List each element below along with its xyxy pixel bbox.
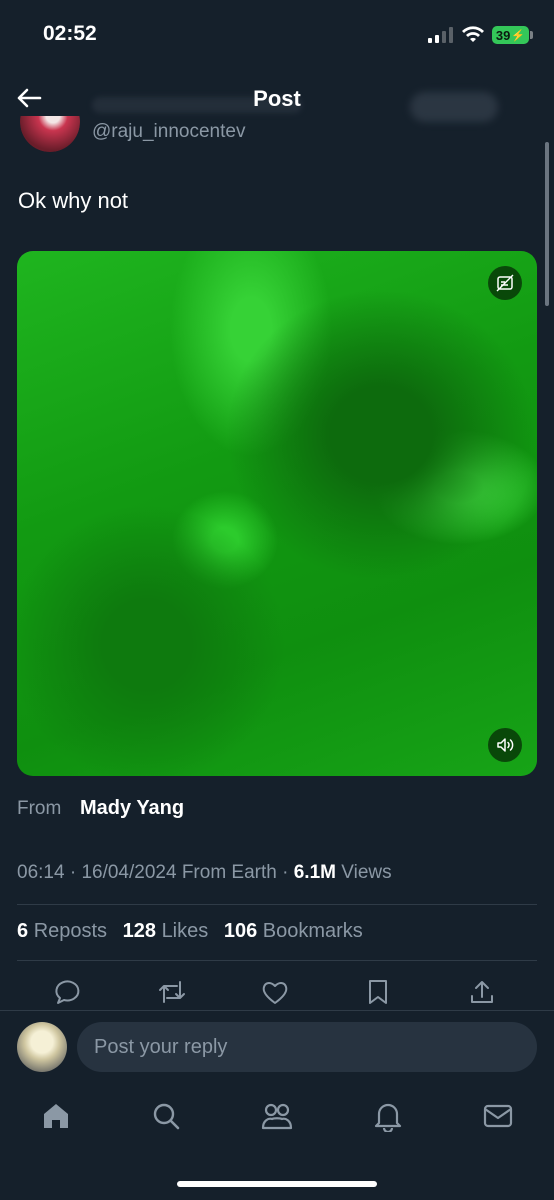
likes-stat[interactable]: 128 Likes: [123, 920, 209, 942]
alt-caption-button[interactable]: [488, 266, 522, 300]
share-button[interactable]: [466, 976, 498, 1008]
alt-caption-icon: [496, 274, 514, 292]
battery-level: 39: [495, 27, 511, 43]
like-button[interactable]: [259, 976, 291, 1008]
source-author-name[interactable]: Mady Yang: [80, 797, 184, 820]
communities-icon: [261, 1103, 293, 1130]
post-video[interactable]: [17, 251, 537, 776]
reply-icon: [55, 980, 80, 1004]
reposts-count: 6: [17, 920, 29, 942]
author-handle[interactable]: @raju_innocentev: [92, 121, 245, 143]
status-time: 02:52: [43, 22, 97, 45]
search-icon: [153, 1103, 180, 1130]
sound-icon: [497, 738, 514, 752]
tab-search[interactable]: [148, 1098, 184, 1134]
author-avatar[interactable]: [20, 116, 80, 152]
divider: [17, 904, 537, 905]
page-title: Post: [253, 86, 301, 111]
notifications-icon: [374, 1103, 402, 1132]
user-avatar[interactable]: [17, 1022, 67, 1072]
divider: [17, 960, 537, 961]
reposts-label: Reposts: [33, 920, 108, 942]
reply-input[interactable]: [77, 1022, 537, 1072]
sound-toggle[interactable]: [488, 728, 522, 762]
battery-tip: [530, 31, 533, 39]
wifi-icon: [462, 26, 484, 42]
tab-communities[interactable]: [259, 1098, 295, 1134]
home-icon: [44, 1104, 68, 1128]
post-text: Ok why not: [18, 188, 129, 213]
post-date: 16/04/2024: [81, 862, 177, 883]
back-arrow-icon[interactable]: [14, 83, 44, 113]
from-label: From: [17, 798, 62, 819]
tab-messages[interactable]: [480, 1098, 516, 1134]
views-count: 6.1M: [293, 862, 336, 883]
engagement-stats: 6 Reposts 128 Likes 106 Bookmarks: [17, 920, 373, 943]
views-label: Views: [341, 862, 392, 883]
bookmarks-count: 106: [223, 920, 258, 942]
likes-label: Likes: [161, 920, 209, 942]
tab-home[interactable]: [38, 1098, 74, 1134]
repost-icon: [159, 981, 185, 1003]
charging-bolt-icon: ⚡: [511, 29, 526, 42]
bookmark-button[interactable]: [362, 976, 394, 1008]
like-icon: [262, 982, 288, 1004]
messages-icon: [483, 1104, 513, 1128]
bookmarks-stat[interactable]: 106 Bookmarks: [224, 920, 363, 942]
likes-count: 128: [122, 920, 156, 942]
home-indicator[interactable]: [177, 1181, 377, 1187]
scrollbar[interactable]: [545, 142, 549, 306]
tab-notifications[interactable]: [370, 1098, 406, 1134]
post-location: From Earth: [181, 862, 277, 883]
bookmarks-label: Bookmarks: [262, 920, 363, 942]
post-meta: 06:14 · 16/04/2024 From Earth · 6.1M Vie…: [17, 862, 392, 883]
reposts-stat[interactable]: 6 Reposts: [17, 920, 107, 942]
post-time: 06:14: [17, 862, 65, 883]
share-icon: [471, 981, 493, 1003]
reply-button[interactable]: [52, 976, 84, 1008]
cellular-signal-icon: [428, 27, 453, 43]
bookmark-icon: [369, 980, 387, 1004]
battery-indicator: 39 ⚡: [492, 26, 529, 44]
repost-button[interactable]: [156, 976, 188, 1008]
